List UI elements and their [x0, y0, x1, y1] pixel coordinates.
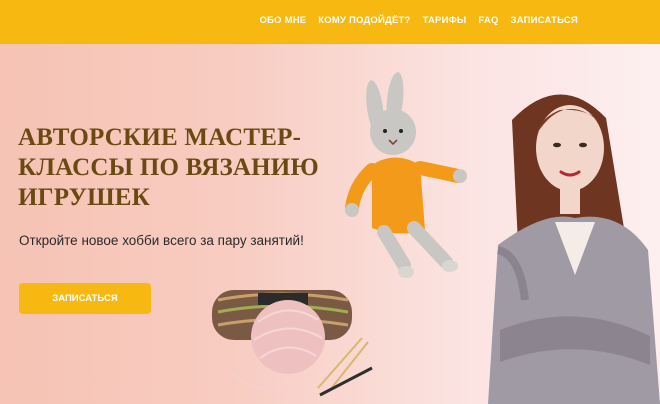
- knitting-needles-image: [317, 337, 373, 397]
- nav-link-about[interactable]: ОБО МНЕ: [260, 15, 307, 26]
- knitted-bunny-image: [345, 72, 467, 278]
- nav-link-faq[interactable]: FAQ: [478, 15, 498, 26]
- hero-title: АВТОРСКИЕ МАСТЕР-КЛАССЫ ПО ВЯЗАНИЮ ИГРУШ…: [18, 124, 319, 211]
- nav-link-pricing[interactable]: ТАРИФЫ: [423, 15, 467, 26]
- nav-link-signup[interactable]: ЗАПИСАТЬСЯ: [511, 15, 578, 26]
- yarn-skein-image: [212, 290, 352, 340]
- main-nav: ОБО МНЕ КОМУ ПОДОЙДЁТ? ТАРИФЫ FAQ ЗАПИСА…: [260, 15, 578, 26]
- nav-link-who-fits[interactable]: КОМУ ПОДОЙДЁТ?: [318, 15, 410, 26]
- signup-button[interactable]: ЗАПИСАТЬСЯ: [19, 283, 151, 314]
- instructor-photo: [488, 94, 660, 404]
- top-navigation-bar: ОБО МНЕ КОМУ ПОДОЙДЁТ? ТАРИФЫ FAQ ЗАПИСА…: [0, 0, 660, 44]
- hero-subtitle: Откройте новое хобби всего за пару занят…: [19, 233, 304, 248]
- pink-yarn-ball-image: [229, 300, 325, 391]
